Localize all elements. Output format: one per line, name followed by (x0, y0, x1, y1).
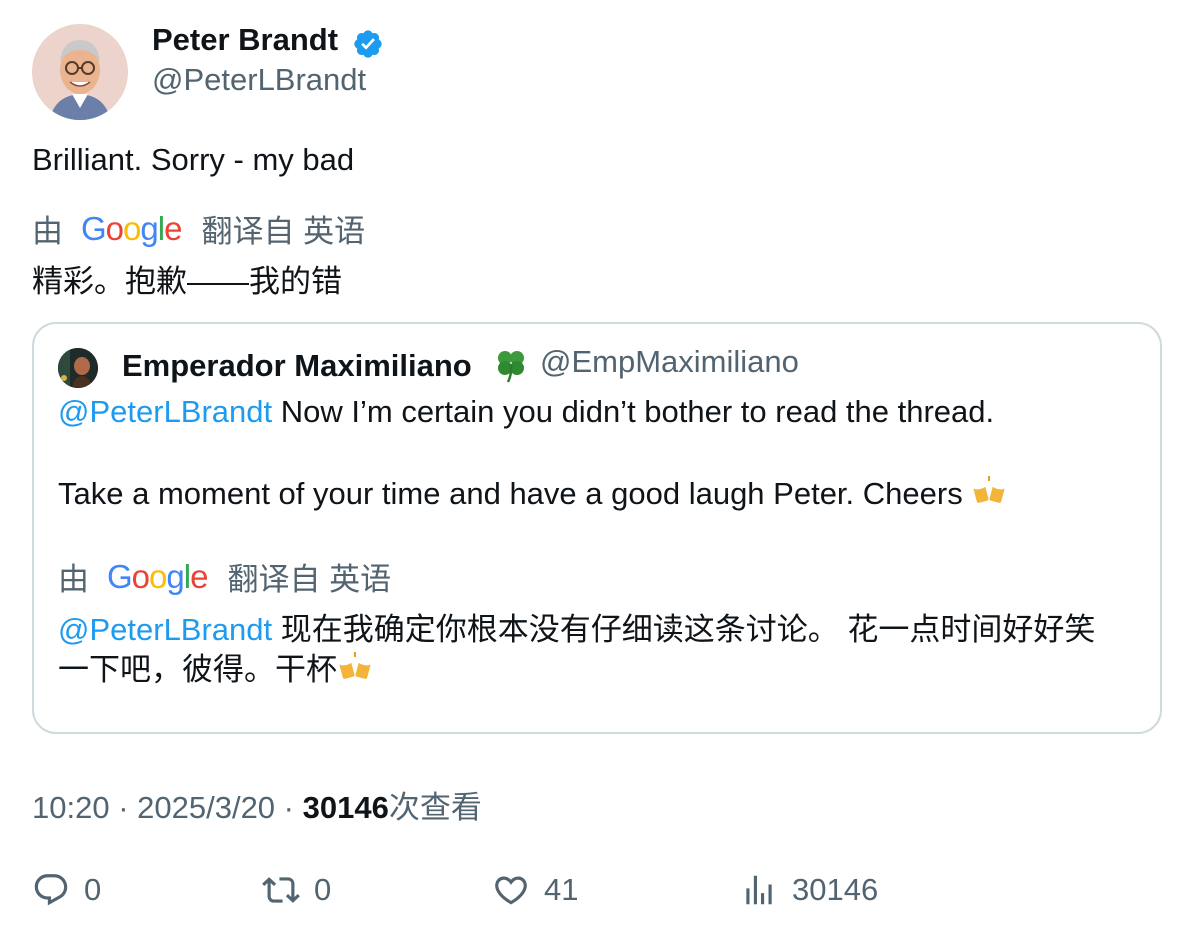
verified-badge-icon (352, 28, 384, 60)
like-button[interactable]: 41 (492, 870, 578, 910)
quoted-translated-part: 现在我确定你根本没有仔细读这条讨论。 花一点时间好好笑 (272, 612, 1096, 647)
quoted-translated-line1: @PeterLBrandt 现在我确定你根本没有仔细读这条讨论。 花一点时间好好… (58, 604, 1095, 649)
quoted-text-line2: Take a moment of your time and have a go… (58, 474, 1009, 512)
translated-by-label: 由 (32, 213, 63, 249)
translated-from-label: 翻译自 英语 (201, 213, 366, 249)
reply-icon (34, 874, 68, 906)
quoted-author-name[interactable]: Emperador Maximiliano (122, 348, 472, 384)
views-count: 30146 (302, 790, 389, 825)
translated-text: 精彩。抱歉——我的错 (32, 264, 342, 299)
retweet-icon (262, 877, 300, 903)
quoted-text-line1: @PeterLBrandt Now I’m certain you didn’t… (58, 394, 994, 430)
mention-link[interactable]: @PeterLBrandt (58, 612, 272, 647)
retweet-count: 0 (314, 872, 332, 907)
author-handle[interactable]: @PeterLBrandt (152, 62, 366, 98)
quoted-translation-attribution: 由 Google 翻译自 英语 (58, 556, 392, 597)
tweet-meta: 10:20 · 2025/3/20 · 30146次查看 (32, 782, 482, 827)
quoted-author-avatar[interactable] (58, 348, 98, 388)
translated-by-label: 由 (58, 561, 89, 597)
views-button[interactable]: 30146 (740, 870, 878, 910)
translated-from-label: 翻译自 英语 (227, 561, 392, 597)
tweet-date[interactable]: 2025/3/20 (137, 790, 275, 825)
clover-icon (492, 346, 530, 384)
quoted-text-part: Take a moment of your time and have a go… (58, 476, 972, 511)
analytics-icon (746, 875, 772, 905)
mention-link[interactable]: @PeterLBrandt (58, 394, 272, 429)
translation-attribution: 由 Google 翻译自 英语 (32, 208, 366, 249)
tweet-text: Brilliant. Sorry - my bad (32, 142, 355, 177)
tweet-time[interactable]: 10:20 (32, 790, 110, 825)
google-logo: Google (81, 209, 182, 247)
quoted-author-handle[interactable]: @EmpMaximiliano (540, 344, 799, 380)
heart-icon (495, 876, 527, 905)
reply-button[interactable]: 0 (32, 870, 101, 910)
views-label: 次查看 (388, 790, 482, 825)
quoted-translated-line2: 一下吧，彼得。干杯 (58, 644, 375, 689)
quoted-translated-part: 一下吧，彼得。干杯 (58, 652, 337, 687)
like-count: 41 (544, 872, 579, 907)
quoted-text-part: Now I’m certain you didn’t bother to rea… (272, 394, 995, 429)
meta-separator: · (275, 790, 303, 825)
retweet-button[interactable]: 0 (262, 870, 331, 910)
views-action-count: 30146 (792, 872, 879, 907)
beer-cheers-icon (337, 650, 375, 684)
meta-separator: · (109, 790, 138, 825)
author-name[interactable]: Peter Brandt (152, 22, 338, 58)
reply-count: 0 (84, 872, 102, 907)
google-logo: Google (107, 557, 208, 595)
author-avatar[interactable] (32, 24, 128, 120)
beer-cheers-icon (971, 474, 1009, 508)
